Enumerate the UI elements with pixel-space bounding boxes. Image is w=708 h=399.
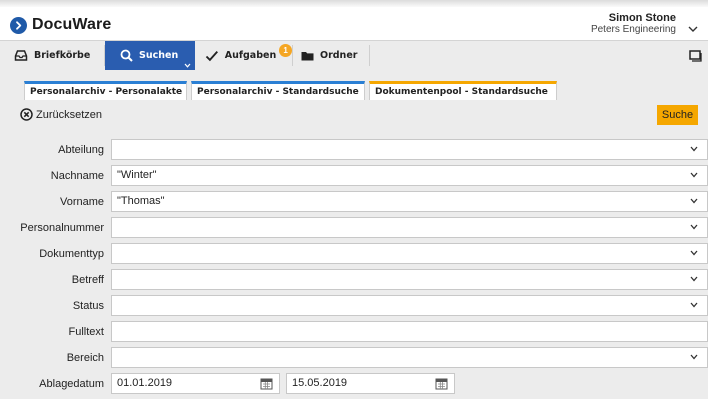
reset-icon	[20, 108, 33, 121]
chevron-down-icon[interactable]	[690, 172, 698, 178]
field-row-personalnummer: Personalnummer	[0, 217, 708, 241]
vorname-field[interactable]: "Thomas"	[111, 191, 708, 212]
checkmark-icon	[205, 50, 218, 61]
field-row-bereich: Bereich	[0, 347, 708, 371]
tab-dokumentenpool-standardsuche[interactable]: Dokumentenpool - Standardsuche	[369, 81, 557, 100]
chevron-down-icon[interactable]	[690, 146, 698, 152]
nav-divider	[369, 45, 370, 66]
chevron-down-icon[interactable]	[690, 198, 698, 204]
field-row-fulltext: Fulltext	[0, 321, 708, 345]
nachname-field[interactable]: "Winter"	[111, 165, 708, 186]
search-form: Abteilung Nachname "Winter" Vorname "Tho…	[0, 131, 708, 399]
nav-item-briefkoerbe[interactable]: Briefkörbe	[0, 41, 104, 70]
folder-icon	[301, 51, 314, 60]
betreff-field[interactable]	[111, 269, 708, 290]
app-name: DocuWare	[32, 16, 112, 33]
inbox-icon	[14, 50, 28, 61]
field-label: Fulltext	[68, 326, 104, 338]
search-toolbar: Zurücksetzen	[0, 100, 708, 132]
chevron-down-icon[interactable]	[690, 302, 698, 308]
nav-item-aufgaben[interactable]: Aufgaben 1	[196, 41, 292, 70]
chevron-down-icon[interactable]	[690, 224, 698, 230]
field-label: Ablagedatum	[39, 378, 104, 390]
field-row-vorname: Vorname "Thomas"	[0, 191, 708, 215]
chevron-down-icon[interactable]	[184, 63, 191, 68]
field-row-dokumenttyp: Dokumenttyp	[0, 243, 708, 267]
reset-button[interactable]: Zurücksetzen	[20, 108, 102, 121]
nav-item-ordner[interactable]: Ordner	[293, 41, 369, 70]
field-label: Dokumenttyp	[39, 248, 104, 260]
tab-label: Personalarchiv - Personalakte	[30, 87, 183, 97]
dokumenttyp-field[interactable]	[111, 243, 708, 264]
field-label: Bereich	[66, 352, 104, 364]
nav-item-label: Suchen	[139, 50, 179, 61]
field-row-betreff: Betreff	[0, 269, 708, 293]
ablagedatum-to-field[interactable]: 15.05.2019	[286, 373, 455, 394]
field-label: Nachname	[50, 170, 104, 182]
tab-label: Dokumentenpool - Standardsuche	[375, 87, 548, 97]
field-label: Abteilung	[58, 144, 104, 156]
field-row-ablagedatum: Ablagedatum 01.01.2019 15.05.2019	[0, 373, 708, 397]
date-to-value: 15.05.2019	[292, 377, 348, 389]
calendar-icon[interactable]	[260, 377, 273, 390]
bereich-field[interactable]	[111, 347, 708, 368]
nav-item-label: Aufgaben	[224, 50, 277, 61]
field-value: "Thomas"	[117, 195, 165, 207]
search-dialog-tabs: Personalarchiv - Personalakte Personalar…	[0, 70, 708, 101]
fulltext-field[interactable]	[111, 321, 708, 342]
window-top-shadow	[0, 0, 708, 7]
nav-item-label: Ordner	[320, 50, 358, 61]
nav-item-suchen[interactable]: Suchen	[105, 41, 195, 70]
nav-item-label: Briefkörbe	[34, 50, 91, 61]
abteilung-field[interactable]	[111, 139, 708, 160]
field-label: Status	[72, 300, 104, 312]
search-button[interactable]: Suche	[657, 105, 698, 125]
chevron-down-icon[interactable]	[690, 250, 698, 256]
field-label: Betreff	[71, 274, 104, 286]
calendar-icon[interactable]	[435, 377, 448, 390]
ablagedatum-from-field[interactable]: 01.01.2019	[111, 373, 280, 394]
user-organization: Peters Engineering	[590, 24, 676, 35]
reset-label: Zurücksetzen	[36, 108, 103, 121]
personalnummer-field[interactable]	[111, 217, 708, 238]
task-count-badge: 1	[279, 44, 292, 57]
docuware-logo[interactable]: DocuWare	[10, 16, 111, 34]
main-navigation: Briefkörbe Suchen Aufgaben 1 Ordner	[0, 40, 708, 71]
chevron-down-icon[interactable]	[690, 354, 698, 360]
search-icon	[120, 49, 133, 62]
field-row-abteilung: Abteilung	[0, 139, 708, 163]
field-row-status: Status	[0, 295, 708, 319]
field-row-nachname: Nachname "Winter"	[0, 165, 708, 189]
window-layout-icon[interactable]	[689, 49, 702, 67]
user-name: Simon Stone	[608, 12, 676, 24]
chevron-down-icon[interactable]	[688, 20, 698, 38]
field-value: "Winter"	[117, 169, 157, 181]
date-from-value: 01.01.2019	[117, 377, 173, 389]
field-label: Vorname	[59, 196, 104, 208]
app-header: DocuWare Simon Stone Peters Engineering	[0, 7, 708, 40]
status-field[interactable]	[111, 295, 708, 316]
tab-personalarchiv-personalakte[interactable]: Personalarchiv - Personalakte	[24, 81, 187, 100]
chevron-down-icon[interactable]	[690, 276, 698, 282]
user-menu[interactable]: Simon Stone Peters Engineering	[591, 12, 676, 36]
tab-label: Personalarchiv - Standardsuche	[197, 87, 359, 97]
field-label: Personalnummer	[20, 222, 104, 234]
tab-personalarchiv-standardsuche[interactable]: Personalarchiv - Standardsuche	[191, 81, 365, 100]
docuware-logo-icon	[10, 16, 27, 34]
